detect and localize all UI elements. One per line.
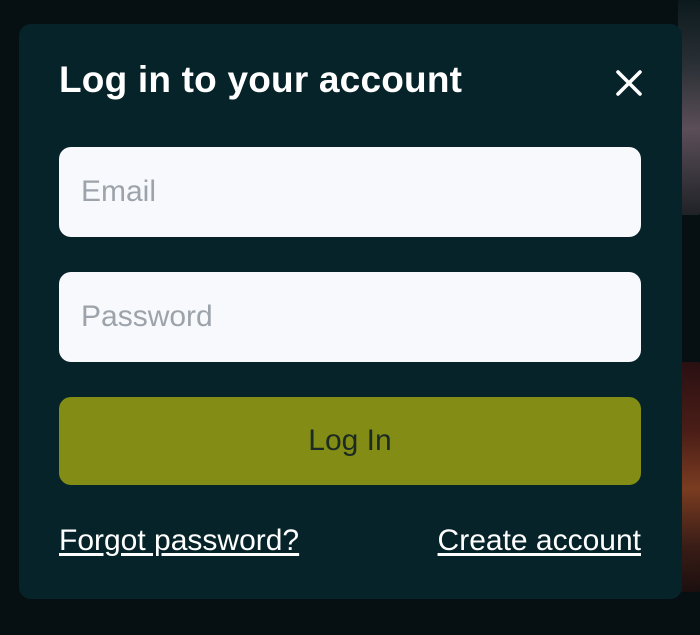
create-account-link[interactable]: Create account (438, 524, 641, 558)
close-icon (616, 70, 642, 96)
login-modal: Log in to your account Log In Forgot pas… (19, 24, 682, 599)
modal-title: Log in to your account (59, 59, 463, 100)
login-button[interactable]: Log In (59, 397, 641, 485)
email-field[interactable] (59, 147, 641, 237)
password-field[interactable] (59, 272, 641, 362)
forgot-password-link[interactable]: Forgot password? (59, 524, 299, 558)
close-button[interactable] (611, 65, 647, 101)
